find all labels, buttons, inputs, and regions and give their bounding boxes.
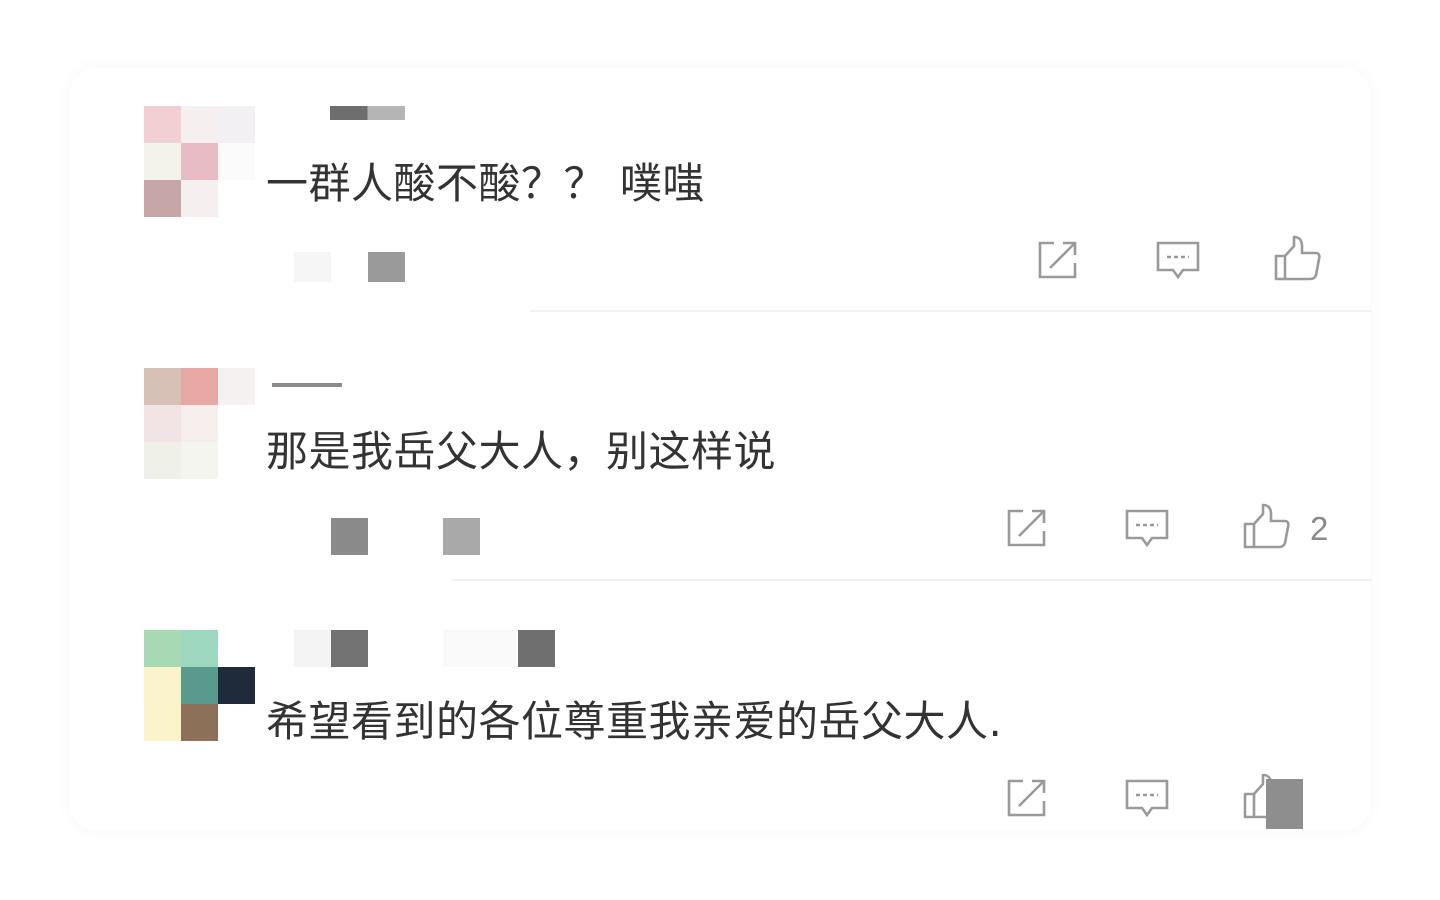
avatar[interactable]	[144, 368, 256, 480]
comment-meta	[443, 518, 480, 555]
username[interactable]	[331, 630, 368, 667]
comment-text: 那是我岳父大人，别这样说	[266, 427, 777, 476]
divider	[530, 310, 1372, 312]
blurred-overlay	[1266, 779, 1303, 829]
share-button[interactable]	[1003, 774, 1051, 822]
username[interactable]	[443, 630, 517, 667]
thumbs-up-icon	[1243, 503, 1290, 549]
divider	[452, 579, 1372, 581]
username[interactable]	[294, 630, 331, 667]
share-icon	[1007, 509, 1046, 547]
share-button[interactable]	[1003, 504, 1051, 552]
avatar[interactable]	[144, 630, 256, 742]
comment-icon	[1125, 779, 1169, 818]
like-button[interactable]	[1243, 502, 1291, 550]
share-icon	[1007, 779, 1046, 817]
comment-text: 希望看到的各位尊重我亲爱的岳父大人.	[266, 697, 1003, 746]
comment-meta	[331, 518, 368, 555]
reply-button[interactable]	[1123, 774, 1171, 822]
reply-button[interactable]	[1123, 504, 1171, 552]
username[interactable]	[272, 383, 342, 387]
like-count: 2	[1310, 510, 1329, 547]
username[interactable]	[518, 630, 555, 667]
comment-icon	[1125, 509, 1169, 548]
comment-item: 希望看到的各位尊重我亲爱的岳父大人.	[0, 0, 1440, 829]
